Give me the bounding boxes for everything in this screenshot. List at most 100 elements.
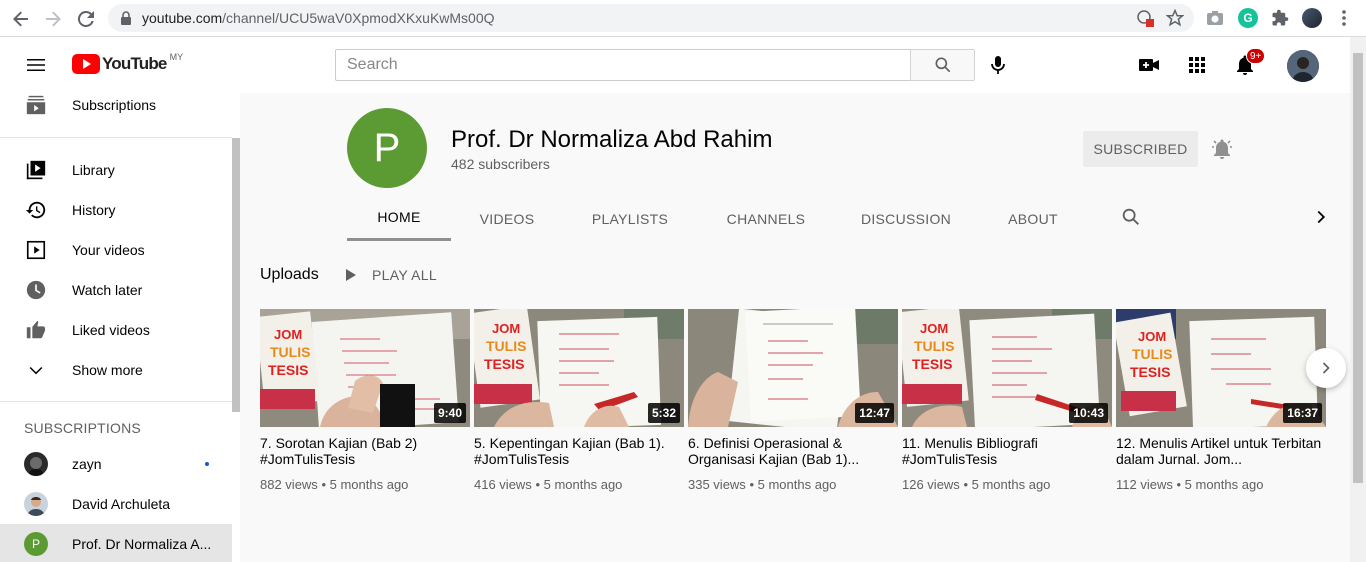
forward-button[interactable] <box>42 8 64 30</box>
video-metadata: 112 views • 5 months ago <box>1116 477 1326 492</box>
video-thumbnail[interactable]: JOM TULIS TESIS 9:40 <box>260 309 470 427</box>
library-icon <box>24 158 48 182</box>
video-duration: 9:40 <box>433 403 466 423</box>
tab-home[interactable]: HOME <box>347 196 451 241</box>
extensions-puzzle-icon[interactable] <box>1270 8 1290 28</box>
sidebar-item-your-videos[interactable]: Your videos <box>0 230 232 270</box>
sidebar-item-label: David Archuleta <box>72 496 171 512</box>
shelf-scroll-right-button[interactable] <box>1306 348 1346 388</box>
svg-text:TULIS: TULIS <box>914 338 954 354</box>
sidebar-item-label: zayn <box>72 456 102 472</box>
address-bar[interactable]: youtube.com/channel/UCU5waV0XpmodXKxuKwM… <box>108 4 1194 32</box>
search-button[interactable] <box>910 49 975 81</box>
meta-separator: • <box>321 477 326 492</box>
page-scrollbar-thumb[interactable] <box>1353 53 1363 483</box>
sidebar-item-label: Liked videos <box>72 322 150 338</box>
back-button[interactable] <box>10 8 32 30</box>
voice-search-mic-icon[interactable] <box>986 53 1010 77</box>
subscriptions-heading: SUBSCRIPTIONS <box>24 420 141 436</box>
video-title[interactable]: 6. Definisi Operasional & Organisasi Kaj… <box>688 435 898 467</box>
video-thumbnail[interactable]: JOM TULIS TESIS 5:32 <box>474 309 684 427</box>
browser-toolbar: youtube.com/channel/UCU5waV0XpmodXKxuKwM… <box>0 0 1366 37</box>
video-card[interactable]: JOM TULIS TESIS 16:37 12. Menulis Artike… <box>1116 309 1326 492</box>
camera-extension-icon[interactable] <box>1205 8 1225 28</box>
subscribed-button[interactable]: SUBSCRIBED <box>1083 131 1198 167</box>
tab-about[interactable]: ABOUT <box>987 196 1079 241</box>
sidebar-item-watch-later[interactable]: Watch later <box>0 270 232 310</box>
sidebar-item-library[interactable]: Library <box>0 150 232 190</box>
video-card[interactable]: 12:47 6. Definisi Operasional & Organisa… <box>688 309 898 492</box>
video-title[interactable]: 5. Kepentingan Kajian (Bab 1). #JomTulis… <box>474 435 684 467</box>
tab-discussion[interactable]: DISCUSSION <box>843 196 969 241</box>
search-icon <box>935 57 950 73</box>
create-video-icon[interactable] <box>1137 53 1161 77</box>
view-count: 882 views <box>260 477 318 492</box>
video-card[interactable]: JOM TULIS TESIS 5:32 5. Kepentingan Kaji… <box>474 309 684 492</box>
play-all-button[interactable]: PLAY ALL <box>344 263 437 287</box>
tab-playlists[interactable]: PLAYLISTS <box>575 196 685 241</box>
account-avatar[interactable] <box>1287 50 1319 82</box>
tab-channels[interactable]: CHANNELS <box>707 196 825 241</box>
sidebar-item-subscriptions[interactable]: Subscriptions <box>0 85 232 125</box>
video-title[interactable]: 12. Menulis Artikel untuk Terbitan dalam… <box>1116 435 1326 467</box>
sidebar-item-label: Watch later <box>72 282 143 298</box>
subscriber-count: 482 subscribers <box>451 156 550 172</box>
video-title[interactable]: 11. Menulis Bibliografi #JomTulisTesis <box>902 435 1112 467</box>
sidebar-divider <box>0 137 232 138</box>
video-card[interactable]: JOM TULIS TESIS 9:40 7. Sorotan Kajian (… <box>260 309 470 492</box>
video-metadata: 126 views • 5 months ago <box>902 477 1112 492</box>
channel-search-icon[interactable] <box>1120 206 1144 230</box>
tab-videos[interactable]: VIDEOS <box>459 196 555 241</box>
sidebar-subscription-zayn[interactable]: zayn <box>0 444 232 484</box>
sidebar-item-liked-videos[interactable]: Liked videos <box>0 310 232 350</box>
sidebar-subscription-david-archuleta[interactable]: David Archuleta <box>0 484 232 524</box>
meta-separator: • <box>749 477 754 492</box>
reload-icon <box>78 11 94 27</box>
sidebar-subscription-prof-normaliza[interactable]: P Prof. Dr Normaliza A... <box>0 524 232 562</box>
page-scrollbar[interactable] <box>1350 37 1366 562</box>
uploads-shelf-title[interactable]: Uploads <box>260 266 319 284</box>
forward-arrow-icon <box>46 11 61 27</box>
meta-separator: • <box>1176 477 1182 492</box>
grammarly-extension-icon[interactable]: G <box>1238 8 1258 28</box>
tabs-scroll-right-icon[interactable] <box>1310 206 1334 230</box>
play-icon <box>346 269 356 281</box>
browser-profile-avatar[interactable] <box>1302 8 1322 28</box>
meta-separator: • <box>963 477 968 492</box>
reload-button[interactable] <box>75 8 97 30</box>
video-thumbnail[interactable]: JOM TULIS TESIS 10:43 <box>902 309 1112 427</box>
sidebar-item-label: Library <box>72 162 115 178</box>
new-content-dot <box>205 462 209 466</box>
apps-grid-icon[interactable] <box>1185 53 1209 77</box>
svg-text:JOM: JOM <box>274 327 302 342</box>
site-permissions-icon[interactable] <box>1136 9 1154 32</box>
watch-later-icon <box>24 278 48 302</box>
logo-text: YouTube <box>102 54 167 73</box>
search-input[interactable] <box>336 50 911 80</box>
video-card[interactable]: JOM TULIS TESIS 10:43 11. Menulis Biblio… <box>902 309 1112 492</box>
your-videos-icon <box>24 238 48 262</box>
sidebar-scrollbar[interactable] <box>232 138 240 412</box>
hamburger-menu-icon[interactable] <box>24 53 48 77</box>
sidebar-item-show-more[interactable]: Show more <box>0 350 232 390</box>
sidebar-item-history[interactable]: History <box>0 190 232 230</box>
youtube-logo[interactable]: YouTube MY <box>72 52 183 74</box>
video-duration: 10:43 <box>1069 403 1108 423</box>
browser-menu-icon[interactable] <box>1334 8 1354 28</box>
notification-bell-icon[interactable] <box>1210 137 1234 161</box>
video-duration: 5:32 <box>647 403 680 423</box>
video-thumbnail[interactable]: 12:47 <box>688 309 898 427</box>
chevron-right-icon <box>1322 362 1330 374</box>
view-count: 126 views <box>902 477 960 492</box>
video-thumbnail[interactable]: JOM TULIS TESIS 16:37 <box>1116 309 1326 427</box>
svg-text:TESIS: TESIS <box>912 356 952 372</box>
video-title[interactable]: 7. Sorotan Kajian (Bab 2) #JomTulisTesis <box>260 435 470 467</box>
subscriptions-icon <box>24 93 48 117</box>
svg-text:TULIS: TULIS <box>1132 346 1172 362</box>
bookmark-star-icon[interactable] <box>1165 8 1185 32</box>
lock-icon <box>121 11 131 25</box>
video-metadata: 416 views • 5 months ago <box>474 477 684 492</box>
notification-count-badge: 9+ <box>1246 48 1266 64</box>
channel-avatar-large[interactable]: P <box>347 108 427 188</box>
upload-age: 5 months ago <box>971 477 1051 492</box>
